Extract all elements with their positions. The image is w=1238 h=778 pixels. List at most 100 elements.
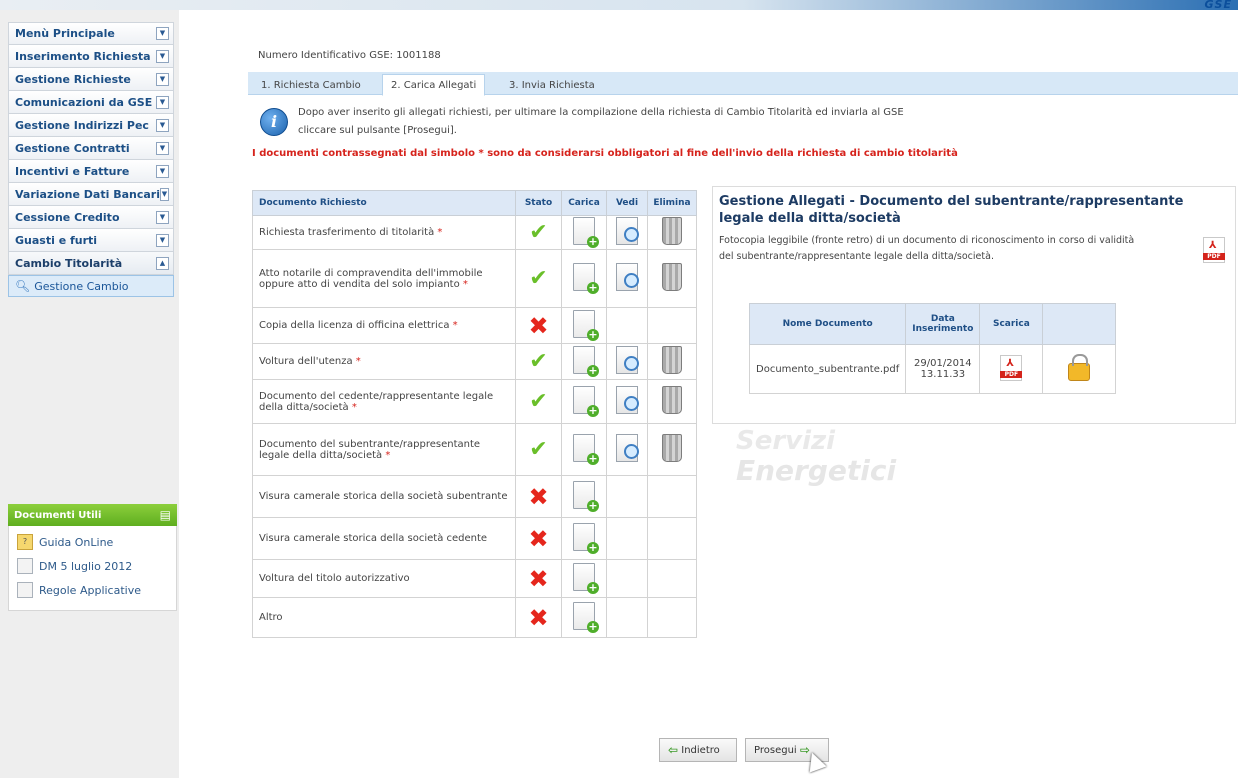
upload-document-icon[interactable]: + <box>573 481 599 512</box>
documents-header: Documenti Utili ▤ <box>8 504 177 526</box>
document-name: Voltura dell'utenza <box>259 356 353 367</box>
sidebar-item-label: Menù Principale <box>15 27 115 40</box>
sidebar-item-label: Gestione Contratti <box>15 141 130 155</box>
chevron-down-icon[interactable]: ▼ <box>156 164 169 178</box>
status-cell: ✖ <box>515 597 562 638</box>
document-link[interactable]: Regole Applicative <box>9 578 176 602</box>
document-name: Voltura del titolo autorizzativo <box>259 573 410 584</box>
sidebar-item-men-principale[interactable]: Menù Principale ▼ <box>8 22 174 45</box>
table-header-row: Documento Richiesto Stato Carica Vedi El… <box>252 190 697 216</box>
sidebar-item-label: Comunicazioni da GSE <box>15 95 153 109</box>
document-link-label: Guida OnLine <box>39 535 114 549</box>
document-name-cell: Altro <box>252 597 516 638</box>
lock-icon[interactable] <box>1068 353 1091 381</box>
cross-icon: ✖ <box>528 482 549 511</box>
upload-document-icon[interactable]: + <box>573 263 599 294</box>
sidebar-item-inserimento-richiesta[interactable]: Inserimento Richiesta ▼ <box>8 45 174 68</box>
document-link[interactable]: ? Guida OnLine <box>9 530 176 554</box>
info-icon: i <box>260 108 288 136</box>
sidebar-item-label: Gestione Indirizzi Pec <box>15 118 149 132</box>
upload-document-icon[interactable]: + <box>573 563 599 594</box>
documents-list: ? Guida OnLine DM 5 luglio 2012 Regole Appl… <box>8 526 177 611</box>
tabs-bar: 1. Richiesta Cambio 2. Carica Allegati 3… <box>248 72 1238 96</box>
col-nome-documento: Nome Documento <box>748 303 907 345</box>
sidebar-item-gestione-indirizzi-pec[interactable]: Gestione Indirizzi Pec ▼ <box>8 114 174 137</box>
view-cell <box>606 307 648 344</box>
chevron-down-icon[interactable]: ▼ <box>156 233 169 247</box>
sidebar-item-cessione-credito[interactable]: Cessione Credito ▼ <box>8 206 174 229</box>
trash-icon[interactable] <box>662 346 682 374</box>
required-marker: * <box>385 449 391 461</box>
trash-icon[interactable] <box>662 217 682 245</box>
document-name: Documento del cedente/rappresentante leg… <box>259 390 494 413</box>
tab-carica-allegati[interactable]: 2. Carica Allegati <box>382 74 486 96</box>
trash-icon[interactable] <box>662 386 682 414</box>
col-documento: Documento Richiesto <box>252 190 516 216</box>
trash-icon[interactable] <box>662 263 682 291</box>
col-stato: Stato <box>515 190 562 216</box>
chevron-down-icon[interactable]: ▼ <box>156 95 169 109</box>
view-document-icon[interactable] <box>616 263 639 291</box>
document-link[interactable]: DM 5 luglio 2012 <box>9 554 176 578</box>
documents-table: Documento Richiesto Stato Carica Vedi El… <box>252 190 697 638</box>
sidebar-item-variazione-dati-bancari[interactable]: Variazione Dati Bancari ▼ <box>8 183 174 206</box>
back-button-label: Indietro <box>681 744 720 756</box>
tab-richiesta-cambio[interactable]: 1. Richiesta Cambio <box>252 74 370 96</box>
chevron-down-icon[interactable]: ▼ <box>156 118 169 132</box>
sidebar-item-guasti-e-furti[interactable]: Guasti e furti ▼ <box>8 229 174 252</box>
chevron-down-icon[interactable]: ▼ <box>156 210 169 224</box>
sidebar-item-gestione-richieste[interactable]: Gestione Richieste ▼ <box>8 68 174 91</box>
upload-document-icon[interactable]: + <box>573 346 599 377</box>
required-marker: * <box>355 356 361 367</box>
uploaded-files-table: Nome Documento Data Inserimento Scarica … <box>748 303 1117 394</box>
chevron-down-icon[interactable]: ▼ <box>156 72 169 86</box>
view-document-icon[interactable] <box>616 434 639 462</box>
sidebar-item-label: Guasti e furti <box>15 233 98 247</box>
sidebar-subitem-gestione-cambio[interactable]: 🔍︎ Gestione Cambio <box>8 275 174 297</box>
view-document-icon[interactable] <box>616 217 639 245</box>
col-scarica: Scarica <box>979 303 1044 345</box>
chevron-down-icon[interactable]: ▼ <box>160 187 169 201</box>
check-icon: ✔ <box>529 266 548 291</box>
document-name: Copia della licenza di officina elettric… <box>259 320 450 331</box>
col-data-inserimento: Data Inserimento <box>905 303 981 345</box>
chevron-down-icon[interactable]: ▼ <box>156 27 169 40</box>
upload-document-icon[interactable]: + <box>573 217 599 248</box>
chevron-up-icon[interactable]: ▲ <box>156 256 169 270</box>
sidebar-item-cambio-titolarit-[interactable]: Cambio Titolarità ▲ <box>8 252 174 275</box>
table-row: Documento del subentrante/rappresentante… <box>252 423 697 476</box>
view-cell <box>606 475 648 518</box>
sidebar: Menù Principale ▼ Inserimento Richiesta ▼ Ge… <box>0 10 179 778</box>
view-document-icon[interactable] <box>616 346 639 374</box>
table-row: Visura camerale storica della società ce… <box>252 517 697 560</box>
chevron-down-icon[interactable]: ▼ <box>156 49 169 63</box>
upload-document-icon[interactable]: + <box>573 523 599 554</box>
pdf-icon[interactable]: ⅄ PDF <box>1203 237 1225 263</box>
back-button[interactable]: ⇦ Indietro <box>659 738 737 762</box>
upload-cell: + <box>561 475 607 518</box>
document-name-cell: Atto notarile di compravendita dell'immo… <box>252 249 516 308</box>
document-name: Documento del subentrante/rappresentante… <box>259 438 481 461</box>
sidebar-item-incentivi-e-fatture[interactable]: Incentivi e Fatture ▼ <box>8 160 174 183</box>
info-line: cliccare sul pulsante [Prosegui]. <box>298 125 457 136</box>
upload-document-icon[interactable]: + <box>573 386 599 417</box>
download-pdf-icon[interactable]: ⅄ PDF <box>1000 354 1023 381</box>
upload-document-icon[interactable]: + <box>573 434 599 465</box>
upload-document-icon[interactable]: + <box>573 602 599 633</box>
upload-document-icon[interactable]: + <box>573 310 599 341</box>
col-elimina: Elimina <box>647 190 697 216</box>
document-name: Visura camerale storica della società su… <box>259 491 508 502</box>
status-cell: ✔ <box>515 215 562 250</box>
view-document-icon[interactable] <box>616 386 639 414</box>
check-icon: ✔ <box>529 389 548 414</box>
tab-invia-richiesta[interactable]: 3. Invia Richiesta <box>500 74 604 96</box>
lock-cell <box>1042 344 1117 394</box>
documents-table-body: Richiesta trasferimento di titolarità * ✔… <box>252 215 697 638</box>
document-name-cell: Voltura del titolo autorizzativo <box>252 559 516 598</box>
sidebar-item-comunicazioni-da-gse[interactable]: Comunicazioni da GSE ▼ <box>8 91 174 114</box>
sidebar-item-gestione-contratti[interactable]: Gestione Contratti ▼ <box>8 137 174 160</box>
cross-icon: ✖ <box>528 564 549 593</box>
required-marker: * <box>437 227 443 238</box>
chevron-down-icon[interactable]: ▼ <box>156 141 169 155</box>
trash-icon[interactable] <box>662 434 682 462</box>
